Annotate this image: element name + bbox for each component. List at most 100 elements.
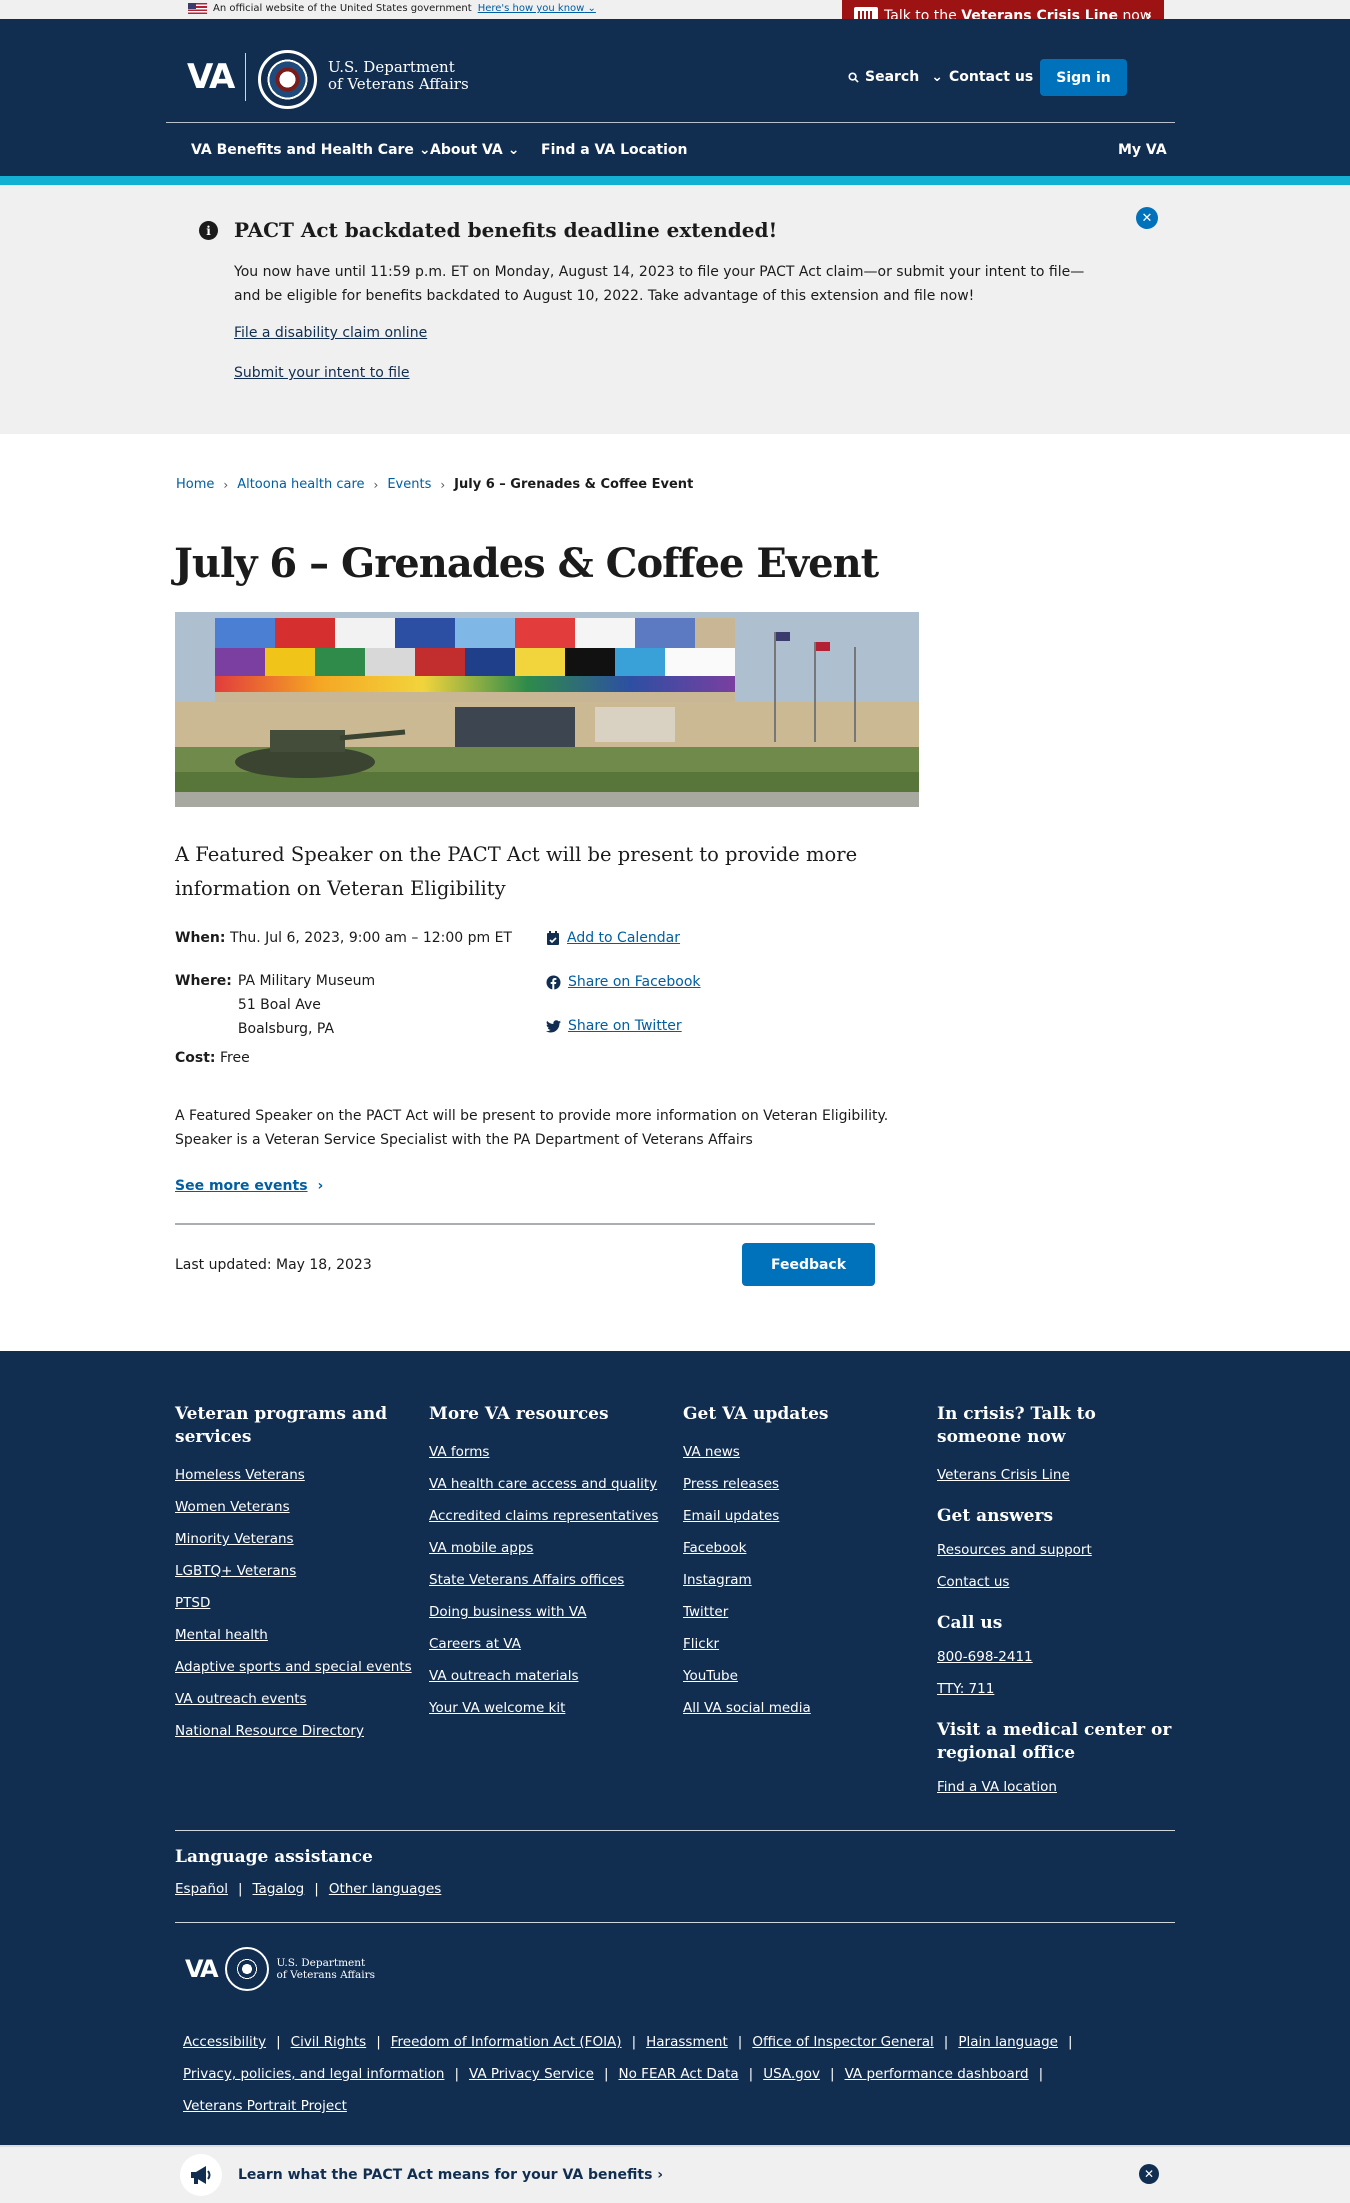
footer-link[interactable]: Resources and support — [937, 1534, 1177, 1566]
footer-link[interactable]: Flickr — [683, 1628, 923, 1660]
footer-link[interactable]: All VA social media — [683, 1692, 923, 1724]
add-to-calendar-link[interactable]: Add to Calendar — [546, 930, 680, 946]
us-flag-icon — [188, 3, 207, 14]
alert-body: You now have until 11:59 p.m. ET on Mond… — [234, 264, 1085, 304]
chevron-down-icon: ⌄ — [931, 69, 943, 85]
footer-link[interactable]: Women Veterans — [175, 1491, 415, 1523]
event-image — [175, 612, 919, 807]
search-button[interactable]: Search ⌄ — [848, 69, 943, 85]
footer-link[interactable]: Email updates — [683, 1500, 923, 1532]
footer-link[interactable]: Your VA welcome kit — [429, 1692, 669, 1724]
when-label: When: — [175, 930, 226, 946]
intent-to-file-link[interactable]: Submit your intent to file — [234, 365, 410, 381]
va-seal-icon — [224, 1947, 269, 1991]
contact-us-link[interactable]: Contact us — [949, 69, 1033, 85]
footer-crisis-title: In crisis? Talk to someone now — [937, 1404, 1096, 1447]
file-claim-link[interactable]: File a disability claim online — [234, 325, 427, 341]
cost-value: Free — [219, 1050, 250, 1066]
footer-link[interactable]: Accredited claims representatives — [429, 1500, 669, 1532]
breadcrumb-current: July 6 – Grenades & Coffee Event — [454, 477, 694, 492]
footer-link[interactable]: National Resource Directory — [175, 1715, 415, 1747]
event-where: Where: PA Military Museum 51 Boal Ave Bo… — [175, 969, 375, 1041]
language-assistance-title: Language assistance — [175, 1847, 373, 1867]
language-link-spanish[interactable]: Español — [175, 1881, 228, 1897]
footer-legal-link[interactable]: VA performance dashboard — [845, 2066, 1029, 2082]
footer-legal-link[interactable]: Office of Inspector General — [752, 2034, 933, 2050]
footer-link[interactable]: VA forms — [429, 1436, 669, 1468]
footer-link[interactable]: YouTube — [683, 1660, 923, 1692]
chevron-down-icon: ⌄ — [507, 142, 520, 158]
language-link-other[interactable]: Other languages — [329, 1881, 442, 1897]
footer-link[interactable]: Mental health — [175, 1619, 415, 1651]
footer-legal-link[interactable]: Freedom of Information Act (FOIA) — [391, 2034, 622, 2050]
footer-legal-link[interactable]: USA.gov — [763, 2066, 820, 2082]
pact-act-promo-link[interactable]: Learn what the PACT Act means for your V… — [238, 2167, 663, 2183]
breadcrumb-home[interactable]: Home — [176, 477, 214, 492]
footer-legal-link[interactable]: Accessibility — [183, 2034, 266, 2050]
pact-act-alert: i PACT Act backdated benefits deadline e… — [0, 185, 1350, 434]
footer-link[interactable]: Doing business with VA — [429, 1596, 669, 1628]
nav-benefits-menu[interactable]: VA Benefits and Health Care ⌄ — [191, 142, 431, 158]
heres-how-you-know-link[interactable]: Here's how you know ⌄ — [478, 3, 596, 14]
footer-link[interactable]: Contact us — [937, 1566, 1177, 1598]
footer-link[interactable]: VA outreach events — [175, 1683, 415, 1715]
footer-tty-link[interactable]: TTY: 711 — [937, 1673, 1177, 1705]
search-icon — [848, 71, 859, 83]
footer-col-title: More VA resources — [429, 1404, 609, 1424]
footer-link[interactable]: PTSD — [175, 1587, 415, 1619]
nav-find-location[interactable]: Find a VA Location — [541, 142, 688, 158]
footer-link[interactable]: VA health care access and quality — [429, 1468, 669, 1500]
close-alert-icon[interactable]: ✕ — [1136, 207, 1158, 229]
nav-my-va[interactable]: My VA — [1118, 142, 1167, 158]
footer-link[interactable]: Homeless Veterans — [175, 1459, 415, 1491]
va-logo[interactable]: VA — [187, 57, 235, 97]
footer-link[interactable]: Careers at VA — [429, 1628, 669, 1660]
language-links: Español | Tagalog | Other languages — [175, 1881, 442, 1897]
breadcrumb-events[interactable]: Events — [387, 477, 431, 492]
footer-visit-title: Visit a medical center or regional offic… — [937, 1720, 1172, 1763]
feedback-button[interactable]: Feedback — [742, 1243, 875, 1286]
footer-phone-link[interactable]: 800-698-2411 — [937, 1641, 1177, 1673]
footer-link[interactable]: Adaptive sports and special events — [175, 1651, 415, 1683]
footer-link[interactable]: Facebook — [683, 1532, 923, 1564]
alert-title: PACT Act backdated benefits deadline ext… — [234, 218, 778, 242]
language-link-tagalog[interactable]: Tagalog — [253, 1881, 305, 1897]
breadcrumb: Home › Altoona health care › Events › Ju… — [176, 477, 693, 492]
footer-legal-link[interactable]: Harassment — [646, 2034, 728, 2050]
footer-link[interactable]: Minority Veterans — [175, 1523, 415, 1555]
footer-link[interactable]: State Veterans Affairs offices — [429, 1564, 669, 1596]
footer-link[interactable]: Press releases — [683, 1468, 923, 1500]
close-promo-icon[interactable]: ✕ — [1139, 2164, 1159, 2184]
share-facebook-link[interactable]: Share on Facebook — [546, 974, 701, 990]
chevron-down-icon: ⌄ — [418, 142, 431, 158]
sign-in-button[interactable]: Sign in — [1040, 59, 1127, 96]
nav-about-menu[interactable]: About VA ⌄ — [430, 142, 519, 158]
footer-find-location-link[interactable]: Find a VA location — [937, 1771, 1177, 1803]
footer-link[interactable]: LGBTQ+ Veterans — [175, 1555, 415, 1587]
footer-col-updates: Get VA updates VA news Press releases Em… — [683, 1403, 923, 1724]
footer-divider — [175, 1830, 1175, 1831]
footer-legal-link[interactable]: Civil Rights — [291, 2034, 367, 2050]
site-header: VA U.S. Department of Veterans Affairs S… — [0, 19, 1350, 176]
where-line3: Boalsburg, PA — [237, 1021, 335, 1037]
breadcrumb-facility[interactable]: Altoona health care — [237, 477, 364, 492]
footer-link[interactable]: VA outreach materials — [429, 1660, 669, 1692]
last-updated: Last updated: May 18, 2023 — [175, 1257, 372, 1273]
department-name[interactable]: U.S. Department of Veterans Affairs — [328, 59, 469, 93]
footer-legal-link[interactable]: No FEAR Act Data — [619, 2066, 739, 2082]
footer-link[interactable]: VA news — [683, 1436, 923, 1468]
share-twitter-link[interactable]: Share on Twitter — [546, 1018, 682, 1034]
footer-legal-link[interactable]: Plain language — [958, 2034, 1058, 2050]
see-more-events-link[interactable]: See more events › — [175, 1178, 323, 1194]
footer-va-logo[interactable]: VA U.S. Department of Veterans Affairs — [185, 1947, 375, 1991]
footer-link[interactable]: Instagram — [683, 1564, 923, 1596]
museum-photo — [175, 612, 919, 807]
logo-divider — [245, 53, 246, 101]
footer-legal-link[interactable]: VA Privacy Service — [469, 2066, 594, 2082]
footer-link[interactable]: Twitter — [683, 1596, 923, 1628]
footer-legal-link[interactable]: Veterans Portrait Project — [183, 2098, 347, 2114]
footer-link[interactable]: VA mobile apps — [429, 1532, 669, 1564]
content-divider — [175, 1223, 875, 1225]
footer-legal-link[interactable]: Privacy, policies, and legal information — [183, 2066, 444, 2082]
footer-crisis-line-link[interactable]: Veterans Crisis Line — [937, 1459, 1177, 1491]
